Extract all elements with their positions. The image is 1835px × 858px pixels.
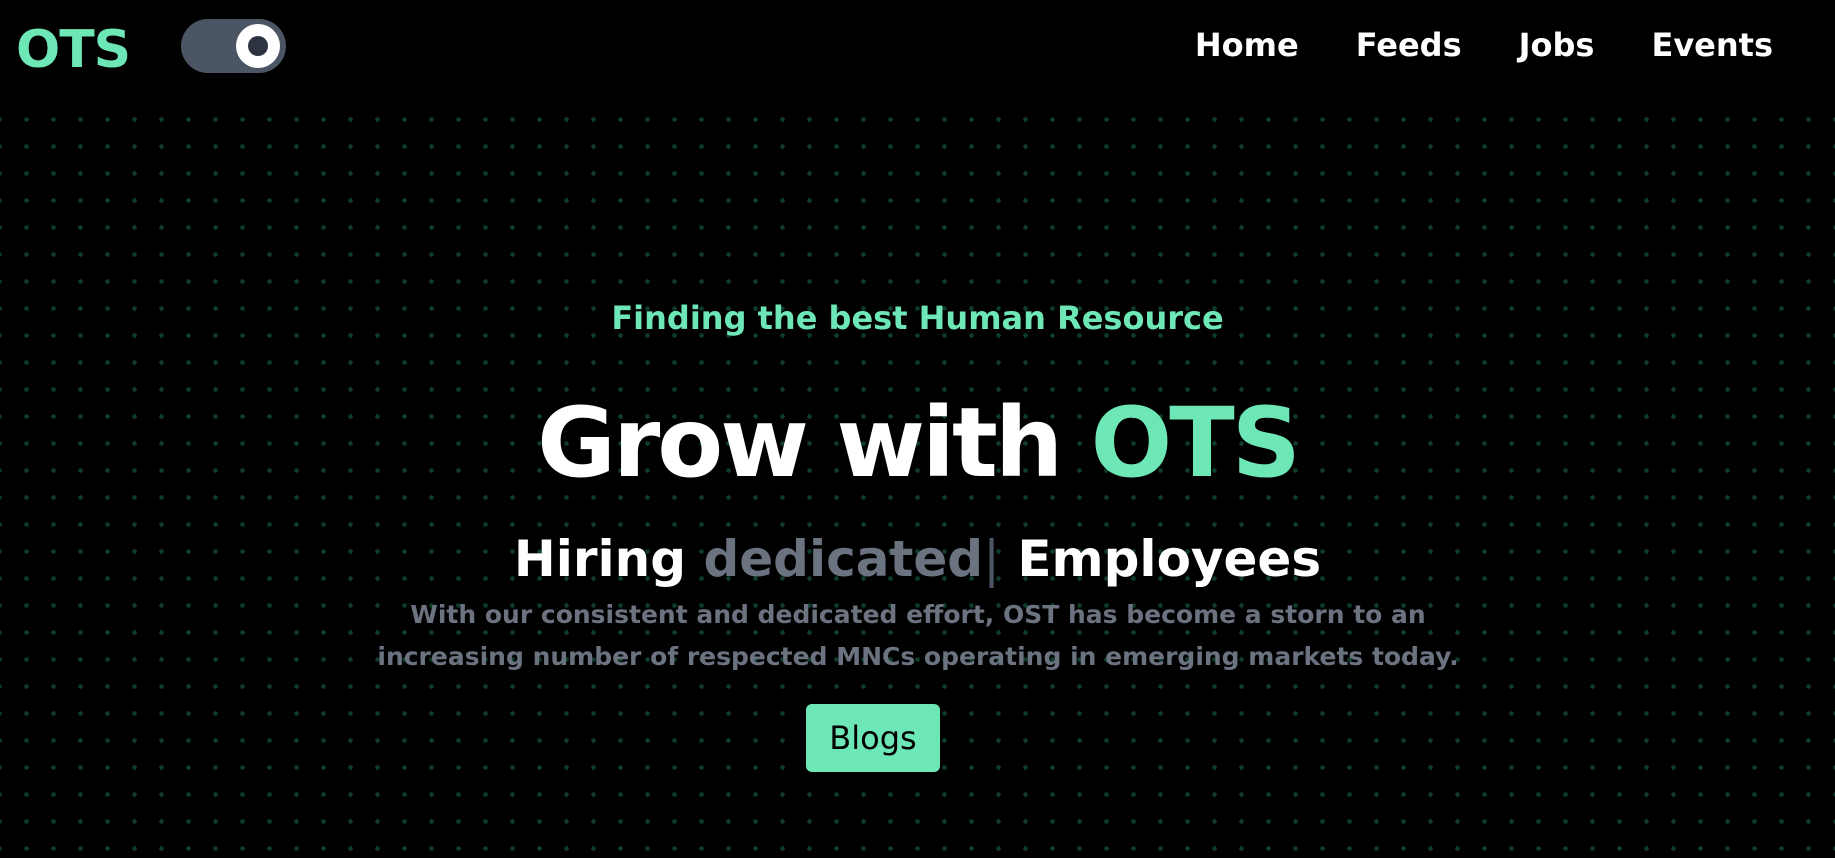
main-nav: Home Feeds Jobs Events: [1138, 22, 1773, 68]
subhead-prefix: Hiring: [513, 530, 687, 588]
toggle-knob-center: [248, 36, 268, 56]
hero-headline: Grow with OTS: [0, 388, 1835, 498]
hero-tagline: Finding the best Human Resource: [611, 299, 1224, 337]
hero-description: With our consistent and dedicated effort…: [377, 600, 1459, 671]
typed-word: dedicated: [703, 530, 984, 588]
subhead-suffix: Employees: [1017, 530, 1322, 588]
typing-cursor: |: [983, 530, 1000, 588]
theme-toggle[interactable]: [181, 19, 286, 73]
nav-item-events[interactable]: Events: [1651, 22, 1773, 68]
hero-subhead: Hiring dedicated| Employees: [0, 527, 1835, 591]
toggle-switch-icon: [236, 24, 280, 68]
nav-item-feeds[interactable]: Feeds: [1356, 22, 1462, 68]
site-logo[interactable]: OTS: [16, 20, 131, 80]
blogs-button[interactable]: Blogs: [806, 704, 940, 772]
top-navbar: OTS Home Feeds Jobs Events: [0, 0, 1835, 96]
nav-item-jobs[interactable]: Jobs: [1519, 22, 1595, 68]
nav-item-home[interactable]: Home: [1195, 22, 1299, 68]
headline-accent: OTS: [1090, 387, 1301, 499]
headline-prefix: Grow with: [537, 387, 1063, 499]
